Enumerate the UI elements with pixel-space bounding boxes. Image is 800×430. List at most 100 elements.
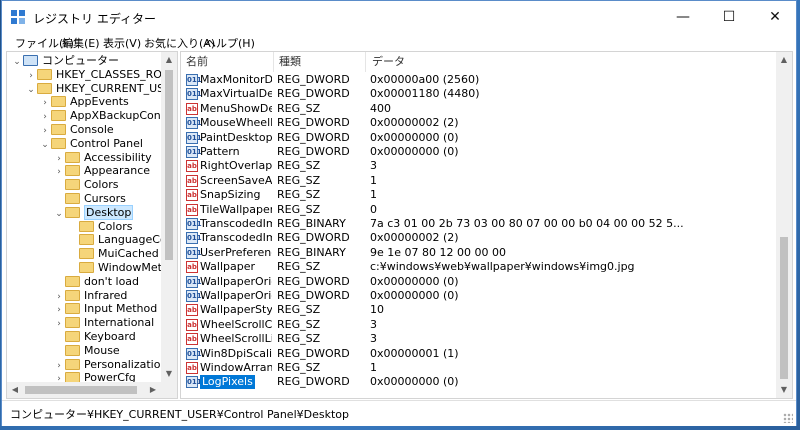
tree-item[interactable]: › HKEY_CLASSES_ROOT	[25, 68, 177, 82]
tree-item[interactable]: › Infrared	[53, 289, 127, 303]
value-type: REG_DWORD	[277, 116, 350, 130]
binary-value-icon: 011	[186, 131, 202, 144]
expand-toggle-icon[interactable]: ⌄	[39, 138, 51, 152]
string-value-icon: ab	[186, 160, 198, 173]
close-button[interactable]: ✕	[752, 1, 798, 33]
tree-item[interactable]: › AppEvents	[39, 95, 129, 109]
value-row[interactable]: 011MaxMonitorDimension REG_DWORD 0x00000a0…	[181, 73, 776, 87]
folder-icon	[65, 151, 80, 163]
column-header-data[interactable]: データ	[372, 52, 405, 72]
value-row[interactable]: 011WallpaperOriginX REG_DWORD 0x00000000 (…	[181, 275, 776, 289]
value-row[interactable]: 011Win8DpiScaling REG_DWORD 0x00000001 (1)	[181, 347, 776, 361]
tree-item[interactable]: › Personalization	[53, 358, 167, 372]
values-scroll-thumb[interactable]	[780, 237, 788, 379]
tree-item[interactable]: › International	[53, 316, 154, 330]
resize-grip-icon[interactable]	[783, 413, 793, 423]
expand-toggle-icon[interactable]: ⌄	[53, 207, 65, 221]
value-type: REG_BINARY	[277, 245, 346, 259]
value-row[interactable]: 011UserPreferencesMask REG_BINARY 9e 1e 07…	[181, 246, 776, 260]
value-row[interactable]: 011TranscodedImageCount REG_DWORD 0x000000…	[181, 231, 776, 245]
value-row[interactable]: abWindowArrangementActive REG_SZ 1	[181, 361, 776, 375]
binary-value-icon: 011	[186, 275, 202, 288]
scroll-up-icon[interactable]: ▲	[161, 52, 177, 68]
binary-value-icon: 011	[186, 218, 202, 230]
column-header-name[interactable]: 名前	[186, 52, 208, 72]
column-divider[interactable]	[273, 52, 274, 72]
value-data: 1	[370, 173, 377, 187]
tree-item[interactable]: › Accessibility	[53, 151, 152, 165]
tree-horizontal-scrollbar[interactable]: ◀ ▶	[7, 382, 161, 398]
value-name: RightOverlapChars	[200, 159, 272, 173]
minimize-button[interactable]: —	[660, 1, 706, 33]
tree-item[interactable]: Keyboard	[53, 330, 136, 344]
tree-item[interactable]: Cursors	[53, 192, 126, 206]
registry-editor-icon	[11, 10, 25, 24]
value-row[interactable]: abWheelScrollChars REG_SZ 3	[181, 318, 776, 332]
scroll-right-icon[interactable]: ▶	[145, 382, 161, 398]
scroll-corner	[161, 382, 177, 398]
key-tree[interactable]: ⌄ コンピューター › HKEY_CLASSES_ROOT ⌄ HKEY_CURRENT_…	[6, 51, 178, 399]
value-row[interactable]: 011 Pattern REG_DWORD 0x00000000 (0)	[181, 145, 776, 159]
tree-item[interactable]: Colors	[53, 178, 118, 192]
tree-item[interactable]: › Console	[39, 123, 113, 137]
value-type: REG_SZ	[277, 361, 321, 374]
values-vertical-scrollbar[interactable]: ▲ ▼	[776, 52, 792, 398]
computer-icon	[23, 55, 38, 66]
value-data: 3	[370, 332, 377, 346]
value-row[interactable]: abRightOverlapChars REG_SZ 3	[181, 159, 776, 173]
tree-item[interactable]: MuiCached	[67, 247, 159, 261]
value-row[interactable]: 011MaxVirtualDesktopDimension REG_DWORD 0x…	[181, 87, 776, 101]
tree-item-label: HKEY_CURRENT_USER	[56, 81, 178, 95]
string-value-icon: ab	[186, 174, 198, 187]
value-name: TileWallpaper	[200, 202, 272, 216]
tree-item[interactable]: ⌄ Desktop	[53, 204, 134, 221]
value-row[interactable]: ab TileWallpaper REG_SZ 0	[181, 203, 776, 217]
tree-vertical-scrollbar[interactable]: ▲ ▼	[161, 52, 177, 382]
value-row[interactable]: 011TranscodedImageCache REG_BINARY 7a c3 0…	[181, 217, 776, 231]
folder-icon	[65, 179, 80, 191]
tree-item[interactable]: › Input Method	[53, 302, 157, 316]
value-row[interactable]: 011PaintDesktopVersion REG_DWORD 0x0000000…	[181, 131, 776, 145]
menu-help[interactable]: ヘルプ(H)	[205, 35, 255, 51]
tree-item[interactable]: ⌄ Control Panel	[39, 137, 143, 151]
expand-toggle-icon[interactable]: ⌄	[11, 55, 23, 69]
scroll-down-icon[interactable]: ▼	[776, 382, 792, 398]
value-row[interactable]: ab SnapSizing REG_SZ 1	[181, 188, 776, 202]
value-type: REG_DWORD	[277, 274, 350, 288]
tree-hscroll-thumb[interactable]	[25, 386, 137, 394]
tree-item-label: コンピューター	[42, 54, 119, 67]
menu-edit[interactable]: 編集(E)	[62, 35, 100, 51]
tree-item[interactable]: ⌄ HKEY_CURRENT_USER	[25, 81, 178, 97]
value-row[interactable]: 011 LogPixels REG_DWORD 0x00000000 (0)	[181, 375, 776, 390]
scroll-up-icon[interactable]: ▲	[776, 52, 792, 68]
title-bar[interactable]: レジストリ エディター — ☐ ✕	[2, 1, 796, 33]
value-row[interactable]: 011WallpaperOriginY REG_DWORD 0x00000000 (…	[181, 289, 776, 303]
value-row[interactable]: abWallpaperStyle REG_SZ 10	[181, 303, 776, 317]
tree-item[interactable]: Colors	[67, 220, 132, 234]
folder-icon	[65, 344, 80, 356]
tree-item[interactable]: ›AppXBackupContentType	[39, 109, 177, 123]
tree-item[interactable]: Mouse	[53, 344, 120, 358]
tree-item-label: AppEvents	[70, 95, 129, 109]
value-list[interactable]: 名前 種類 データ 011MaxMonitorDimensionREG_DWOR…	[180, 51, 793, 399]
scroll-down-icon[interactable]: ▼	[161, 366, 177, 382]
tree-item[interactable]: ⌄ コンピューター	[11, 54, 119, 68]
value-row[interactable]: abMenuShowDelay REG_SZ 400	[181, 102, 776, 116]
scroll-left-icon[interactable]: ◀	[7, 382, 23, 398]
value-row[interactable]: abWheelScrollLines REG_SZ 3	[181, 332, 776, 346]
string-value-icon: ab	[186, 102, 198, 115]
binary-value-icon: 011	[186, 88, 202, 101]
column-header-type[interactable]: 種類	[279, 52, 301, 72]
menu-view[interactable]: 表示(V)	[103, 35, 141, 51]
tree-item[interactable]: › Appearance	[53, 164, 150, 178]
value-row[interactable]: ab Wallpaper REG_SZ c:¥windows¥web¥wallpape…	[181, 260, 776, 274]
value-type: REG_SZ	[277, 332, 321, 346]
maximize-button[interactable]: ☐	[706, 1, 752, 33]
expand-toggle-icon[interactable]: ⌄	[25, 83, 37, 97]
binary-value-icon: 011	[186, 146, 202, 158]
tree-scroll-thumb[interactable]	[165, 70, 173, 260]
value-row[interactable]: abScreenSaveActive REG_SZ 1	[181, 174, 776, 188]
tree-item[interactable]: don't load	[53, 275, 139, 289]
value-row[interactable]: 011MouseWheelRouting REG_DWORD 0x00000002 …	[181, 116, 776, 130]
column-divider[interactable]	[365, 52, 366, 72]
